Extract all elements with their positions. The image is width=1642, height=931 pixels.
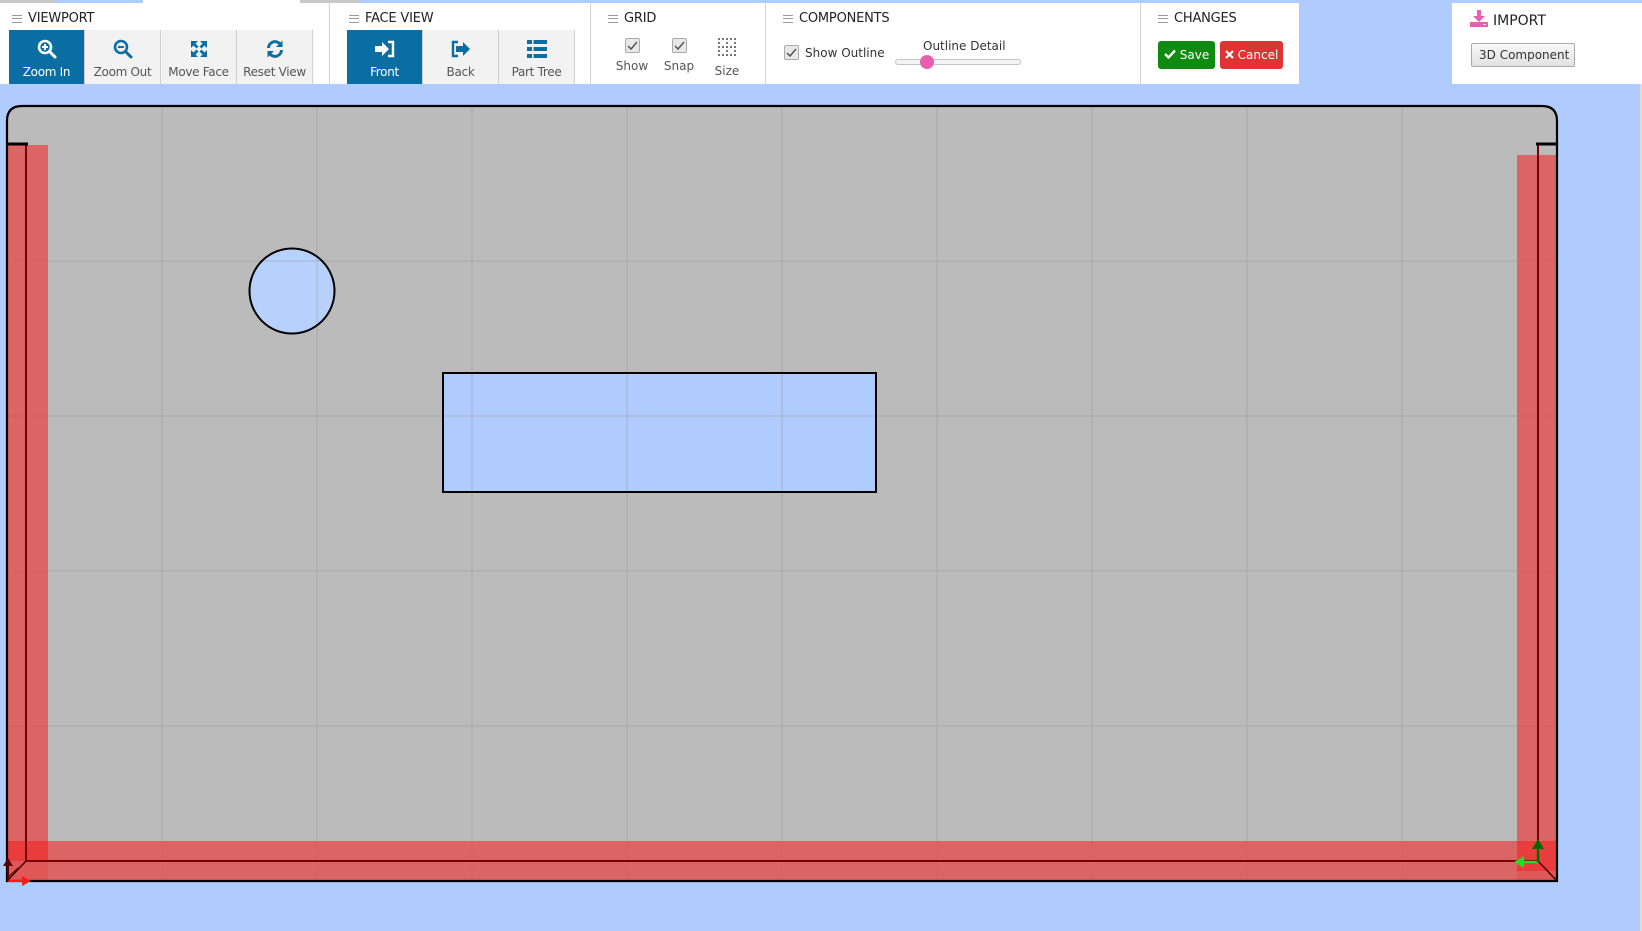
menu-icon[interactable] xyxy=(12,14,22,23)
import-3d-component-button[interactable]: 3D Component xyxy=(1471,43,1575,67)
menu-icon[interactable] xyxy=(783,14,793,23)
components-group-title: COMPONENTS xyxy=(783,11,890,26)
show-outline-toggle[interactable]: Show Outline xyxy=(784,45,885,60)
changes-group-title: CHANGES xyxy=(1158,11,1237,26)
grid-group-title: GRID xyxy=(608,11,656,26)
zoom-in-icon xyxy=(36,38,58,60)
close-icon xyxy=(1224,48,1234,62)
viewport-group: VIEWPORT Zoom In Zoom Out Move Face Rese… xyxy=(0,3,330,84)
sign-in-icon xyxy=(374,38,396,60)
rectangle-cutout[interactable] xyxy=(443,373,876,492)
zoom-in-button[interactable]: Zoom In xyxy=(9,30,85,84)
move-face-icon xyxy=(188,38,210,60)
front-button[interactable]: Front xyxy=(347,30,423,84)
menu-icon[interactable] xyxy=(1158,14,1168,23)
sign-out-icon xyxy=(450,38,472,60)
show-outline-checkbox[interactable] xyxy=(784,45,799,60)
reset-view-icon xyxy=(264,38,286,60)
face-view-group-title: FACE VIEW xyxy=(349,11,434,26)
face-drawing[interactable] xyxy=(0,84,1642,931)
back-button[interactable]: Back xyxy=(423,30,499,84)
zoom-out-icon xyxy=(112,38,134,60)
corner-overlap xyxy=(7,841,48,861)
grid-show-checkbox[interactable] xyxy=(624,38,640,53)
menu-icon[interactable] xyxy=(349,14,359,23)
import-panel: IMPORT 3D Component xyxy=(1452,3,1642,84)
check-icon xyxy=(1163,48,1176,62)
move-face-button[interactable]: Move Face xyxy=(161,30,237,84)
grid-show-toggle[interactable]: Show xyxy=(612,38,652,73)
grid-size-button[interactable]: Size xyxy=(707,38,747,78)
changes-group: CHANGES Save Cancel xyxy=(1141,3,1299,84)
slider-thumb[interactable] xyxy=(920,55,934,69)
grid-group: GRID Show Snap Size xyxy=(591,3,766,84)
viewport-canvas[interactable] xyxy=(0,84,1642,931)
reset-view-button[interactable]: Reset View xyxy=(237,30,313,84)
cancel-button[interactable]: Cancel xyxy=(1220,41,1283,69)
menu-icon[interactable] xyxy=(608,14,618,23)
viewport-group-title: VIEWPORT xyxy=(12,11,94,26)
grid-snap-checkbox[interactable] xyxy=(671,38,687,53)
list-icon xyxy=(526,38,548,60)
face-view-group: FACE VIEW Front Back Part Tree xyxy=(330,3,591,84)
left-edge-highlight[interactable] xyxy=(7,145,48,881)
download-icon xyxy=(1470,10,1488,31)
import-title: IMPORT xyxy=(1470,10,1546,31)
ribbon-toolbar: VIEWPORT Zoom In Zoom Out Move Face Rese… xyxy=(0,3,1299,84)
components-group: COMPONENTS Show Outline Outline Detail xyxy=(766,3,1141,84)
part-tree-button[interactable]: Part Tree xyxy=(499,30,575,84)
outline-detail-slider[interactable] xyxy=(895,55,1021,69)
grid-snap-toggle[interactable]: Snap xyxy=(659,38,699,73)
grid-size-icon xyxy=(718,38,736,60)
zoom-out-button[interactable]: Zoom Out xyxy=(85,30,161,84)
save-button[interactable]: Save xyxy=(1158,41,1215,69)
outline-detail-label: Outline Detail xyxy=(923,39,1006,53)
